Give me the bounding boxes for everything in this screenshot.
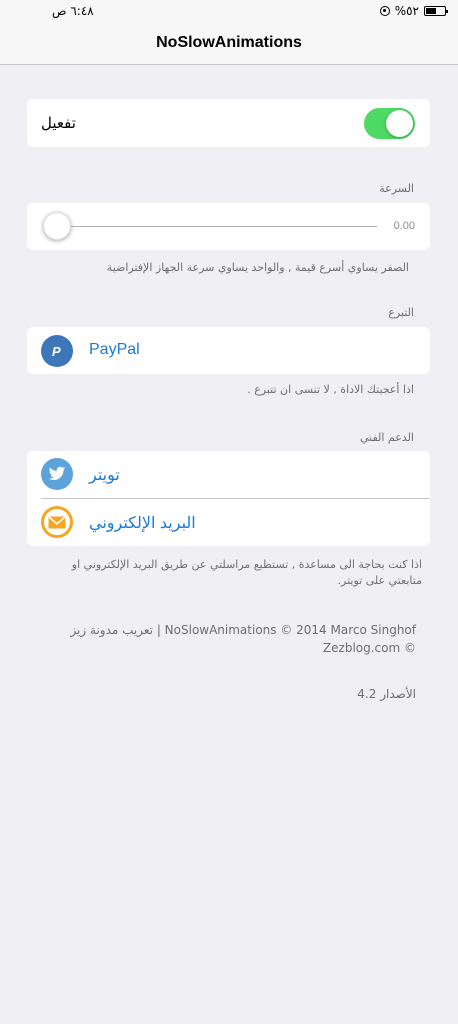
- battery-icon: [424, 6, 448, 16]
- toggle-knob: [386, 110, 413, 137]
- speed-slider-track[interactable]: [57, 226, 377, 227]
- credits: تعريب مدونة زيز | NoSlowAnimations © 201…: [36, 621, 416, 657]
- navigation-bar: NoSlowAnimations: [0, 22, 458, 65]
- twitter-icon: [41, 458, 73, 490]
- speed-slider-knob[interactable]: [43, 212, 71, 240]
- mail-icon: [41, 506, 73, 538]
- status-bar: ٦:٤٨ ص %٥٢: [0, 0, 458, 22]
- enable-cell: تفعيل: [27, 99, 430, 147]
- donate-footer: اذا أعجبتك الاداة , لا تنسى ان تتبرع .: [247, 383, 414, 396]
- paypal-label: PayPal: [89, 341, 140, 358]
- page-title: NoSlowAnimations: [156, 34, 302, 51]
- speed-value: 0.00: [393, 220, 415, 232]
- donate-header: التبرع: [388, 306, 414, 319]
- mail-label: البريد الإلكتروني: [89, 515, 196, 532]
- paypal-row[interactable]: P PayPal: [27, 327, 430, 374]
- support-header: الدعم الفني: [359, 431, 414, 444]
- battery-percent: %٥٢: [394, 4, 419, 18]
- paypal-icon: P: [41, 335, 73, 367]
- speed-footer: الصفر يساوي أسرع قيمة , والواحد يساوي سر…: [106, 261, 409, 274]
- svg-text:P: P: [52, 344, 61, 359]
- credits-line-2: Zezblog.com ©: [322, 641, 416, 655]
- support-cell: تويتر البريد الإلكتروني: [27, 451, 430, 546]
- credits-line-1: تعريب مدونة زيز | NoSlowAnimations © 201…: [70, 623, 416, 637]
- enable-toggle[interactable]: [364, 108, 415, 139]
- twitter-row[interactable]: تويتر: [27, 451, 430, 498]
- enable-label: تفعيل: [41, 114, 76, 132]
- status-right: %٥٢: [379, 4, 448, 18]
- speed-cell: 0.00: [27, 203, 430, 250]
- speed-header: السرعة: [379, 182, 414, 195]
- support-footer: اذا كنت بحاجة الى مساعدة , تستطيع مراسلت…: [71, 558, 422, 587]
- mail-row[interactable]: البريد الإلكتروني: [27, 499, 430, 546]
- orientation-lock-icon: [379, 6, 390, 16]
- twitter-label: تويتر: [89, 467, 120, 484]
- version-label: الأصدار 4.2: [357, 687, 416, 701]
- status-time: ٦:٤٨ ص: [52, 4, 94, 18]
